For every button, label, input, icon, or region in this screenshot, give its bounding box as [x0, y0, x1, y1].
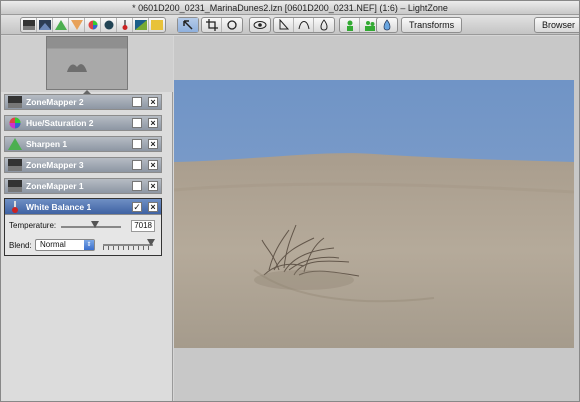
tool-name: Hue/Saturation 2: [26, 118, 94, 128]
tool-header-white-balance[interactable]: White Balance 1 ✓ ×: [5, 199, 161, 215]
selection-group: [177, 17, 199, 33]
region-group: [273, 17, 335, 33]
tool-name: ZoneMapper 2: [26, 97, 84, 107]
temperature-slider-knob[interactable]: [91, 221, 99, 228]
tool-name: Sharpen 1: [26, 139, 68, 149]
tool-enable-checkbox[interactable]: [132, 181, 142, 191]
transforms-button[interactable]: Transforms: [401, 17, 463, 33]
zonemapper-icon: [8, 96, 22, 108]
tool-enable-checkbox[interactable]: ✓: [132, 201, 142, 212]
region-spline-icon[interactable]: [294, 18, 314, 32]
rotate-icon[interactable]: [222, 18, 242, 32]
white-balance-icon[interactable]: [117, 18, 133, 32]
eye-icon[interactable]: [250, 18, 270, 32]
tool-palette-group: [20, 17, 166, 33]
tool-hue-saturation-2[interactable]: Hue/Saturation 2 ×: [4, 115, 162, 131]
one-person-icon[interactable]: [340, 18, 360, 32]
tool-close-button[interactable]: ×: [148, 118, 158, 128]
tool-name: ZoneMapper 1: [26, 181, 84, 191]
tool-close-button[interactable]: ×: [148, 181, 158, 191]
blend-label: Blend:: [9, 241, 32, 250]
hue-saturation-icon[interactable]: [85, 18, 101, 32]
crop-rotate-group: [201, 17, 243, 33]
browser-button[interactable]: Browser: [534, 17, 579, 33]
image-canvas[interactable]: [174, 36, 579, 401]
tool-stack: ZoneMapper 2 × Hue/Saturation 2 × Sharpe…: [4, 94, 162, 256]
sharpen-icon: [8, 138, 22, 150]
tool-zonemapper-2[interactable]: ZoneMapper 2 ×: [4, 94, 162, 110]
arrow-icon[interactable]: [178, 18, 198, 32]
main-toolbar: Transforms Browser: [1, 15, 579, 35]
view-group: [249, 17, 271, 33]
opacity-slider-ticks: [103, 246, 153, 250]
region-brush-icon[interactable]: [314, 18, 334, 32]
region-polygon-icon[interactable]: [274, 18, 294, 32]
zonemapper-icon[interactable]: [21, 18, 37, 32]
preview-thumbnail[interactable]: [46, 36, 128, 90]
tool-stack-sidebar: ZoneMapper 2 × Hue/Saturation 2 × Sharpe…: [1, 36, 173, 401]
lightzone-window: * 0601D200_0231_MarinaDunes2.lzn [0601D2…: [0, 0, 580, 402]
dropper-group: [376, 17, 398, 33]
noise-icon[interactable]: [149, 18, 165, 32]
tool-close-button[interactable]: ×: [148, 139, 158, 149]
tool-enable-checkbox[interactable]: [132, 139, 142, 149]
dropper-icon[interactable]: [377, 18, 397, 32]
tool-close-button[interactable]: ×: [148, 160, 158, 170]
people-group: [339, 17, 381, 33]
window-title: * 0601D200_0231_MarinaDunes2.lzn [0601D2…: [132, 3, 448, 13]
select-arrows-icon: ⇕: [84, 240, 94, 250]
tool-enable-checkbox[interactable]: [132, 97, 142, 107]
sharpen-icon[interactable]: [53, 18, 69, 32]
zonemapper-icon: [8, 180, 22, 192]
tool-sharpen-1[interactable]: Sharpen 1 ×: [4, 136, 162, 152]
temperature-label: Temperature:: [9, 221, 57, 230]
zonemapper-icon: [8, 159, 22, 171]
white-balance-icon: [12, 200, 18, 213]
opacity-slider-knob[interactable]: [147, 239, 155, 246]
blend-mode-value: Normal: [40, 240, 66, 249]
tool-enable-checkbox[interactable]: [132, 160, 142, 170]
photo-sand-dune: [174, 80, 574, 348]
tool-zonemapper-1[interactable]: ZoneMapper 1 ×: [4, 178, 162, 194]
blend-row: Blend:: [9, 241, 32, 250]
channel-mixer-icon[interactable]: [133, 18, 149, 32]
temperature-row: Temperature:: [9, 221, 56, 230]
temperature-value-field[interactable]: 7018: [131, 220, 155, 232]
tool-name: ZoneMapper 3: [26, 160, 84, 170]
tool-white-balance-1: White Balance 1 ✓ × Temperature: 7018 Bl…: [4, 198, 162, 256]
tool-close-button[interactable]: ×: [148, 201, 158, 212]
thumbnail-area: [1, 36, 173, 94]
window-title-bar: * 0601D200_0231_MarinaDunes2.lzn [0601D2…: [1, 1, 579, 15]
color-balance-icon[interactable]: [101, 18, 117, 32]
blur-icon[interactable]: [69, 18, 85, 32]
hue-saturation-icon: [9, 117, 21, 129]
relight-icon[interactable]: [37, 18, 53, 32]
tool-close-button[interactable]: ×: [148, 97, 158, 107]
tool-enable-checkbox[interactable]: [132, 118, 142, 128]
tool-zonemapper-3[interactable]: ZoneMapper 3 ×: [4, 157, 162, 173]
blend-mode-select[interactable]: Normal ⇕: [35, 239, 95, 251]
tool-name: White Balance 1: [26, 201, 92, 212]
crop-icon[interactable]: [202, 18, 222, 32]
